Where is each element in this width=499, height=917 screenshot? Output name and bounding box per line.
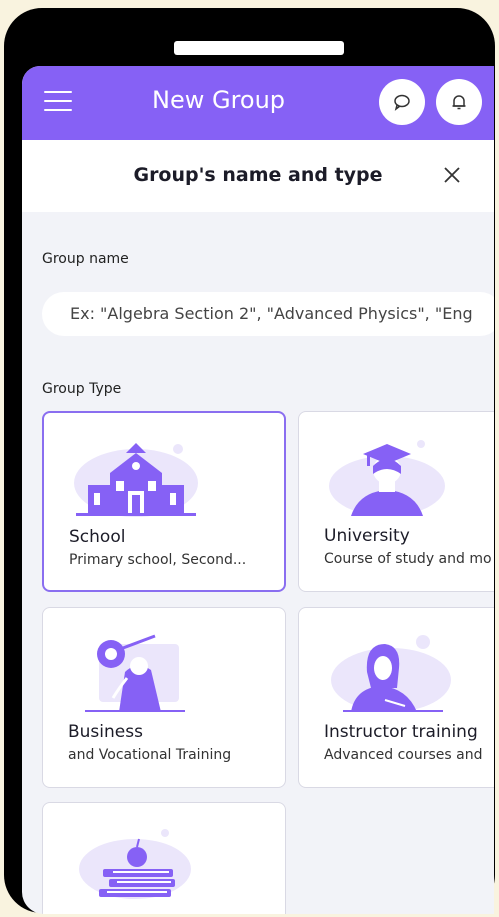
group-type-title: Business [68, 722, 143, 742]
group-type-title: Instructor training [324, 722, 478, 742]
group-type-card-business[interactable]: Business and Vocational Training [42, 607, 286, 788]
close-icon[interactable] [442, 165, 462, 185]
university-illustration-icon [329, 440, 445, 516]
group-type-description: Primary school, Second... [69, 552, 247, 568]
notifications-button[interactable] [436, 79, 482, 125]
phone-speaker [174, 41, 344, 55]
chat-bubble-icon [394, 94, 410, 111]
group-type-description: Course of study and mo [324, 551, 492, 567]
chat-button[interactable] [379, 79, 425, 125]
modal-header: Group's name and type [22, 140, 494, 212]
group-name-label: Group name [42, 251, 129, 267]
group-type-card-instructor-training[interactable]: Instructor training Advanced courses and [298, 607, 494, 788]
business-illustration-icon [85, 634, 185, 712]
group-type-description: and Vocational Training [68, 747, 232, 763]
group-type-description: Advanced courses and [324, 747, 483, 763]
books-apple-illustration-icon [79, 829, 191, 899]
app-bar: New Group [22, 66, 494, 140]
group-type-label: Group Type [42, 381, 122, 397]
group-type-card-other[interactable] [42, 802, 286, 914]
phone-frame: New Group Group's name and type Group na… [4, 8, 495, 914]
app-title: New Group [152, 86, 286, 114]
bell-icon [452, 95, 466, 110]
school-illustration-icon [74, 443, 198, 517]
group-type-title: School [69, 527, 126, 547]
group-type-title: University [324, 526, 410, 546]
modal-title: Group's name and type [133, 164, 383, 186]
group-name-input[interactable]: Ex: "Algebra Section 2", "Advanced Physi… [42, 292, 494, 336]
app-screen: New Group Group's name and type Group na… [22, 66, 494, 914]
group-type-card-university[interactable]: University Course of study and mo [298, 411, 494, 592]
instructor-training-illustration-icon [331, 635, 451, 712]
group-type-card-school[interactable]: School Primary school, Second... [42, 411, 286, 592]
menu-icon[interactable] [44, 91, 72, 113]
